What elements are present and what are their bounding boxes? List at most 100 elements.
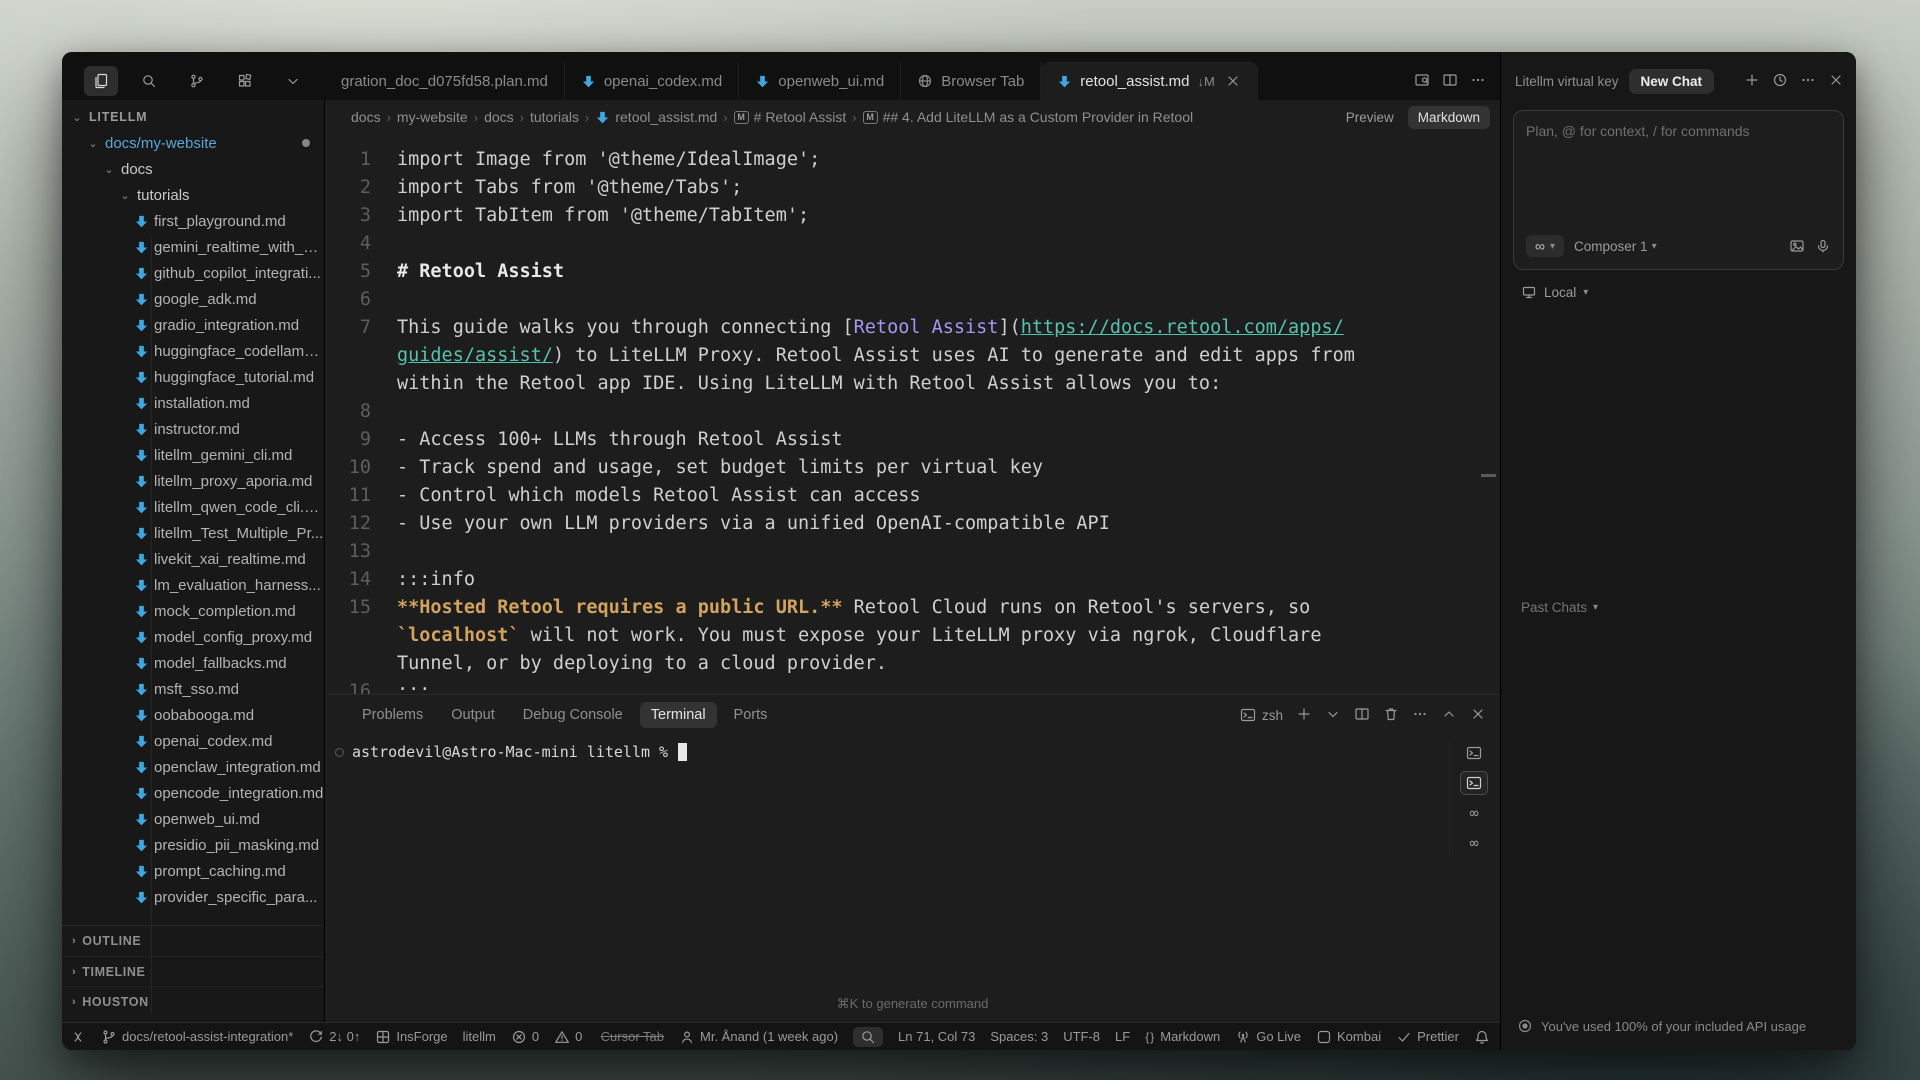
sidebar-section-outline[interactable]: ›OUTLINE [62,926,324,956]
tree-item-oobabooga-md[interactable]: oobabooga.md [62,702,324,728]
status-warnings[interactable]: 0 [554,1029,582,1045]
composer-selector[interactable]: Composer 1 ▾ [1574,239,1657,254]
terminal-instance-terminal-icon[interactable] [1460,741,1488,765]
breadcrumb-4-add-litellm-as-a-custom-provider-in-retool[interactable]: M## 4. Add LiteLLM as a Custom Provider … [863,109,1194,125]
close-icon[interactable] [1470,706,1486,725]
tab-litellm-virtual-key[interactable]: Litellm virtual key [1515,74,1619,89]
ellipsis-icon[interactable] [1800,72,1816,91]
ellipsis-icon[interactable] [1470,72,1486,91]
editor-tab-openweb-ui-md[interactable]: openweb_ui.md [739,62,901,100]
open-preview-icon[interactable] [1414,72,1430,91]
tree-item-github-copilot-integrati[interactable]: github_copilot_integrati... [62,260,324,286]
breadcrumb-tutorials[interactable]: tutorials [530,109,579,125]
tree-item-litellm-gemini-cli-md[interactable]: litellm_gemini_cli.md [62,442,324,468]
tree-item-litellm-qwen-code-cli-md[interactable]: litellm_qwen_code_cli.md [62,494,324,520]
close-icon[interactable] [1225,73,1241,89]
tree-item-prompt-caching-md[interactable]: prompt_caching.md [62,858,324,884]
breadcrumb-retool-assist-md[interactable]: retool_assist.md [595,109,717,125]
status-search[interactable] [853,1027,883,1047]
status-notifications[interactable] [1474,1029,1490,1045]
terminal-instance-infinity-icon[interactable]: ∞ [1460,831,1488,855]
tree-item-litellm-test-multiple-pr[interactable]: litellm_Test_Multiple_Pr... [62,520,324,546]
status-git-sync[interactable]: 2↓ 0↑ [308,1029,360,1045]
tree-item-litellm[interactable]: ⌄LITELLM [62,104,324,130]
microphone-icon[interactable] [1815,238,1831,254]
status-go-live[interactable]: Go Live [1235,1029,1301,1045]
status-workspace[interactable]: litellm [463,1029,496,1044]
code-editor[interactable]: 1import Image from '@theme/IdealImage';2… [325,134,1500,694]
tree-item-presidio-pii-masking-md[interactable]: presidio_pii_masking.md [62,832,324,858]
split-editor-icon[interactable] [1442,72,1458,91]
terminal-instance-infinity-icon[interactable]: ∞ [1460,801,1488,825]
terminal-body[interactable]: astrodevil@Astro-Mac-mini litellm % ∞∞ ⌘… [325,735,1500,1022]
status-indentation[interactable]: Spaces: 3 [990,1029,1048,1044]
plus-icon[interactable] [1296,706,1312,725]
tree-item-openclaw-integration-md[interactable]: openclaw_integration.md [62,754,324,780]
status-git-blame[interactable]: Mr. Ånand (1 week ago) [679,1029,838,1045]
tree-item-docs-my-website[interactable]: ⌄docs/my-website [62,130,324,156]
history-icon[interactable] [1772,72,1788,91]
panel-tab-problems[interactable]: Problems [351,702,434,728]
status-cursor-tab[interactable]: Cursor Tab [601,1029,664,1044]
tree-item-openai-codex-md[interactable]: openai_codex.md [62,728,324,754]
tree-item-installation-md[interactable]: installation.md [62,390,324,416]
breadcrumb[interactable]: docs›my-website›docs›tutorials›retool_as… [351,109,1324,125]
ellipsis-icon[interactable] [1412,706,1428,725]
status-cursor-position[interactable]: Ln 71, Col 73 [898,1029,975,1044]
editor-tab-retool-assist-md[interactable]: retool_assist.md↓M [1041,62,1258,100]
tree-item-huggingface-codellama[interactable]: huggingface_codellama... [62,338,324,364]
tree-item-provider-specific-para[interactable]: provider_specific_para... [62,884,324,910]
panel-tab-debug-console[interactable]: Debug Console [512,702,634,728]
tree-item-docs[interactable]: ⌄docs [62,156,324,182]
chat-input-box[interactable]: Plan, @ for context, / for commands ∞ ▾ … [1513,110,1844,270]
editor-tab-openai-codex-md[interactable]: openai_codex.md [565,62,739,100]
activity-search-icon[interactable] [132,66,166,96]
plus-icon[interactable] [1744,72,1760,91]
status-eol[interactable]: LF [1115,1029,1130,1044]
attach-image-icon[interactable] [1789,238,1805,254]
tree-item-huggingface-tutorial-md[interactable]: huggingface_tutorial.md [62,364,324,390]
status-git-branch[interactable]: docs/retool-assist-integration* [101,1029,293,1045]
activity-source-control-icon[interactable] [180,66,214,96]
chevron-up-icon[interactable] [1441,706,1457,725]
panel-tab-ports[interactable]: Ports [723,702,779,728]
activity-files-icon[interactable] [84,66,118,96]
status-errors[interactable]: 0 [511,1029,539,1045]
tree-item-msft-sso-md[interactable]: msft_sso.md [62,676,324,702]
status-prettier[interactable]: Prettier [1396,1029,1459,1045]
environment-selector[interactable]: Local ▾ [1501,270,1856,300]
editor-tab-browser-tab[interactable]: Browser Tab [901,62,1041,100]
chevron-down-icon[interactable] [1325,706,1341,725]
status-remote-indicator[interactable] [70,1029,86,1045]
tree-item-instructor-md[interactable]: instructor.md [62,416,324,442]
mode-markdown[interactable]: Markdown [1408,106,1490,129]
tree-item-model-fallbacks-md[interactable]: model_fallbacks.md [62,650,324,676]
tree-item-gemini-realtime-with-a[interactable]: gemini_realtime_with_a... [62,234,324,260]
tree-item-first-playground-md[interactable]: first_playground.md [62,208,324,234]
scrollbar-mark[interactable] [1481,474,1496,477]
tree-item-model-config-proxy-md[interactable]: model_config_proxy.md [62,624,324,650]
breadcrumb-docs[interactable]: docs [351,109,381,125]
tree-item-livekit-xai-realtime-md[interactable]: livekit_xai_realtime.md [62,546,324,572]
shell-selector[interactable]: zsh [1240,707,1283,723]
tree-item-tutorials[interactable]: ⌄tutorials [62,182,324,208]
split-editor-icon[interactable] [1354,706,1370,725]
breadcrumb-docs[interactable]: docs [484,109,514,125]
panel-tab-output[interactable]: Output [440,702,506,728]
status-language-mode[interactable]: {}Markdown [1145,1029,1220,1044]
breadcrumb-my-website[interactable]: my-website [397,109,468,125]
agent-mode-selector[interactable]: ∞ ▾ [1526,235,1564,257]
breadcrumb-retool-assist[interactable]: M# Retool Assist [734,109,847,125]
activity-extensions-icon[interactable] [228,66,262,96]
sidebar-section-timeline[interactable]: ›TIMELINE [62,956,324,986]
tree-item-lm-evaluation-harness[interactable]: lm_evaluation_harness... [62,572,324,598]
tab-new-chat[interactable]: New Chat [1629,69,1715,94]
tree-item-opencode-integration-md[interactable]: opencode_integration.md [62,780,324,806]
trash-icon[interactable] [1383,706,1399,725]
tree-item-mock-completion-md[interactable]: mock_completion.md [62,598,324,624]
panel-tab-terminal[interactable]: Terminal [640,702,717,728]
sidebar-section-houston[interactable]: ›HOUSTON [62,986,324,1016]
past-chats-section[interactable]: Past Chats ▾ [1501,600,1856,615]
tree-item-gradio-integration-md[interactable]: gradio_integration.md [62,312,324,338]
status-kombai[interactable]: Kombai [1316,1029,1381,1045]
